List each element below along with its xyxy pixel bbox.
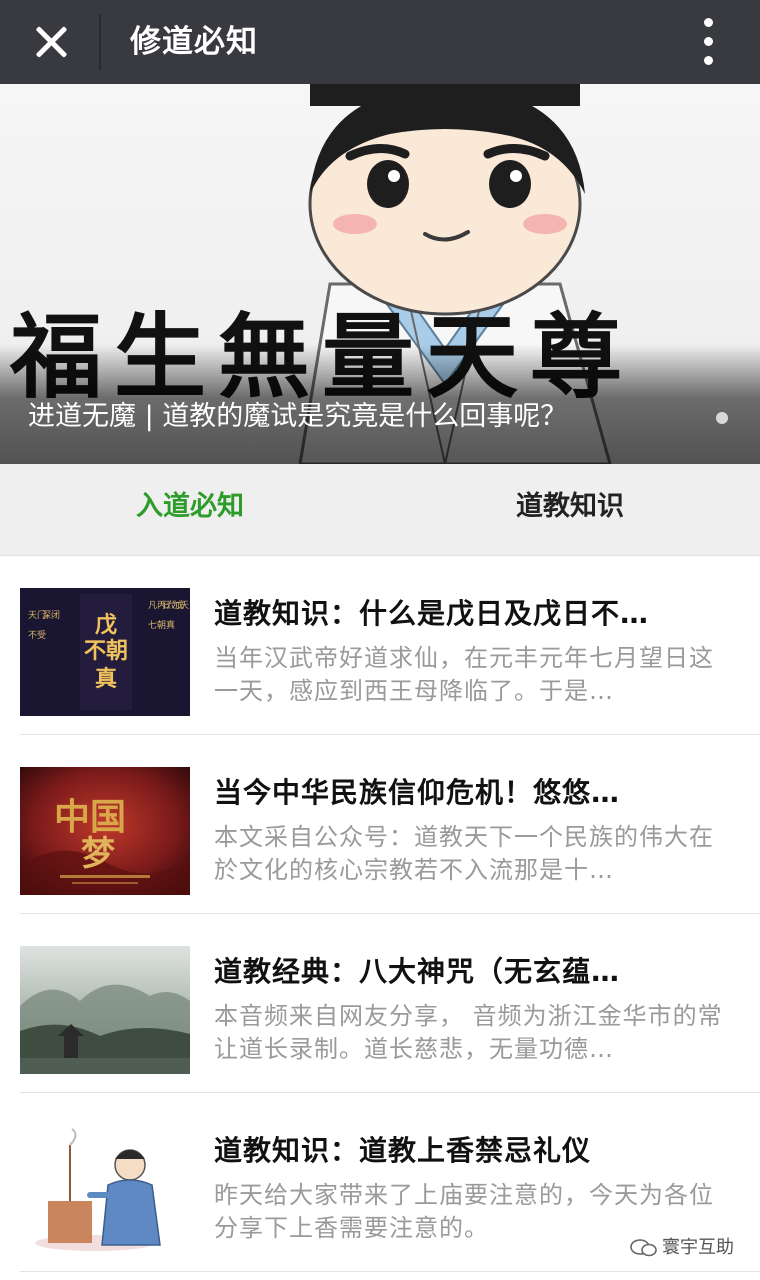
svg-text:七朝真: 七朝真 — [148, 619, 175, 631]
article-thumbnail: 凡丙六戊 日为天 七朝真 天门 深闭 不受 戊 不朝 真 — [20, 588, 190, 716]
svg-text:真: 真 — [95, 666, 117, 692]
tab-daojiao-zhishi[interactable]: 道教知识 — [440, 464, 700, 556]
top-bar: 修道必知 — [0, 0, 760, 84]
tab-rudao-bizhi[interactable]: 入道必知 — [60, 464, 320, 556]
article-description: 当年汉武帝好道求仙，在元丰元年七月望日这一天，感应到西王母降临了。于是… — [214, 644, 714, 705]
list-item[interactable]: 道教经典：八大神咒（无玄蕴… 本音频来自网友分享， 音频为浙江金华市的常让道长录… — [0, 914, 760, 1093]
svg-text:戊: 戊 — [95, 612, 117, 638]
wechat-icon — [630, 1239, 657, 1257]
article-description: 本音频来自网友分享， 音频为浙江金华市的常让道长录制。道长慈悲，无量功德… — [214, 1002, 723, 1063]
banner-caption: 进道无魔 | 道教的魔试是究竟是什么回事呢？ — [28, 401, 568, 432]
article-thumbnail — [20, 1125, 190, 1253]
svg-text:中国: 中国 — [54, 796, 126, 838]
divider — [99, 14, 101, 70]
svg-text:不朝: 不朝 — [84, 638, 128, 664]
svg-text:日为天: 日为天 — [162, 599, 189, 611]
banner-carousel[interactable]: 福生無量天尊 进道无魔 | 道教的魔试是究竟是什么回事呢？ — [0, 84, 760, 464]
article-title[interactable]: 道教经典：八大神咒（无玄蕴… — [214, 952, 734, 992]
article-description: 昨天给大家带来了上庙要注意的，今天为各位分享下上香需要注意的。 — [214, 1181, 714, 1242]
list-item[interactable]: 中国 梦 当今中华民族信仰危机！悠悠… 本文采自公众号：道教天下一个民族的伟大在… — [0, 735, 760, 914]
svg-text:深闭: 深闭 — [42, 609, 60, 621]
category-tabs: 入道必知 道教知识 — [0, 464, 760, 556]
article-title[interactable]: 道教知识：什么是戊日及戊日不… — [214, 594, 734, 634]
list-item[interactable]: 凡丙六戊 日为天 七朝真 天门 深闭 不受 戊 不朝 真 道教知识：什么是戊日及… — [0, 556, 760, 735]
svg-text:梦: 梦 — [81, 834, 115, 874]
list-divider — [20, 1271, 760, 1272]
more-options-icon[interactable] — [688, 12, 730, 72]
page-title: 修道必知 — [130, 24, 258, 60]
article-description: 本文采自公众号：道教天下一个民族的伟大在於文化的核心宗教若不入流那是十… — [214, 823, 714, 884]
article-title[interactable]: 道教知识：道教上香禁忌礼仪 — [214, 1131, 734, 1171]
close-icon[interactable] — [22, 12, 82, 72]
carousel-indicator-dot[interactable] — [716, 412, 728, 424]
article-thumbnail — [20, 946, 190, 1074]
article-thumbnail: 中国 梦 — [20, 767, 190, 895]
svg-text:不受: 不受 — [28, 629, 46, 641]
article-title[interactable]: 当今中华民族信仰危机！悠悠… — [214, 773, 734, 813]
watermark-text: 寰宇互助 — [662, 1237, 734, 1258]
